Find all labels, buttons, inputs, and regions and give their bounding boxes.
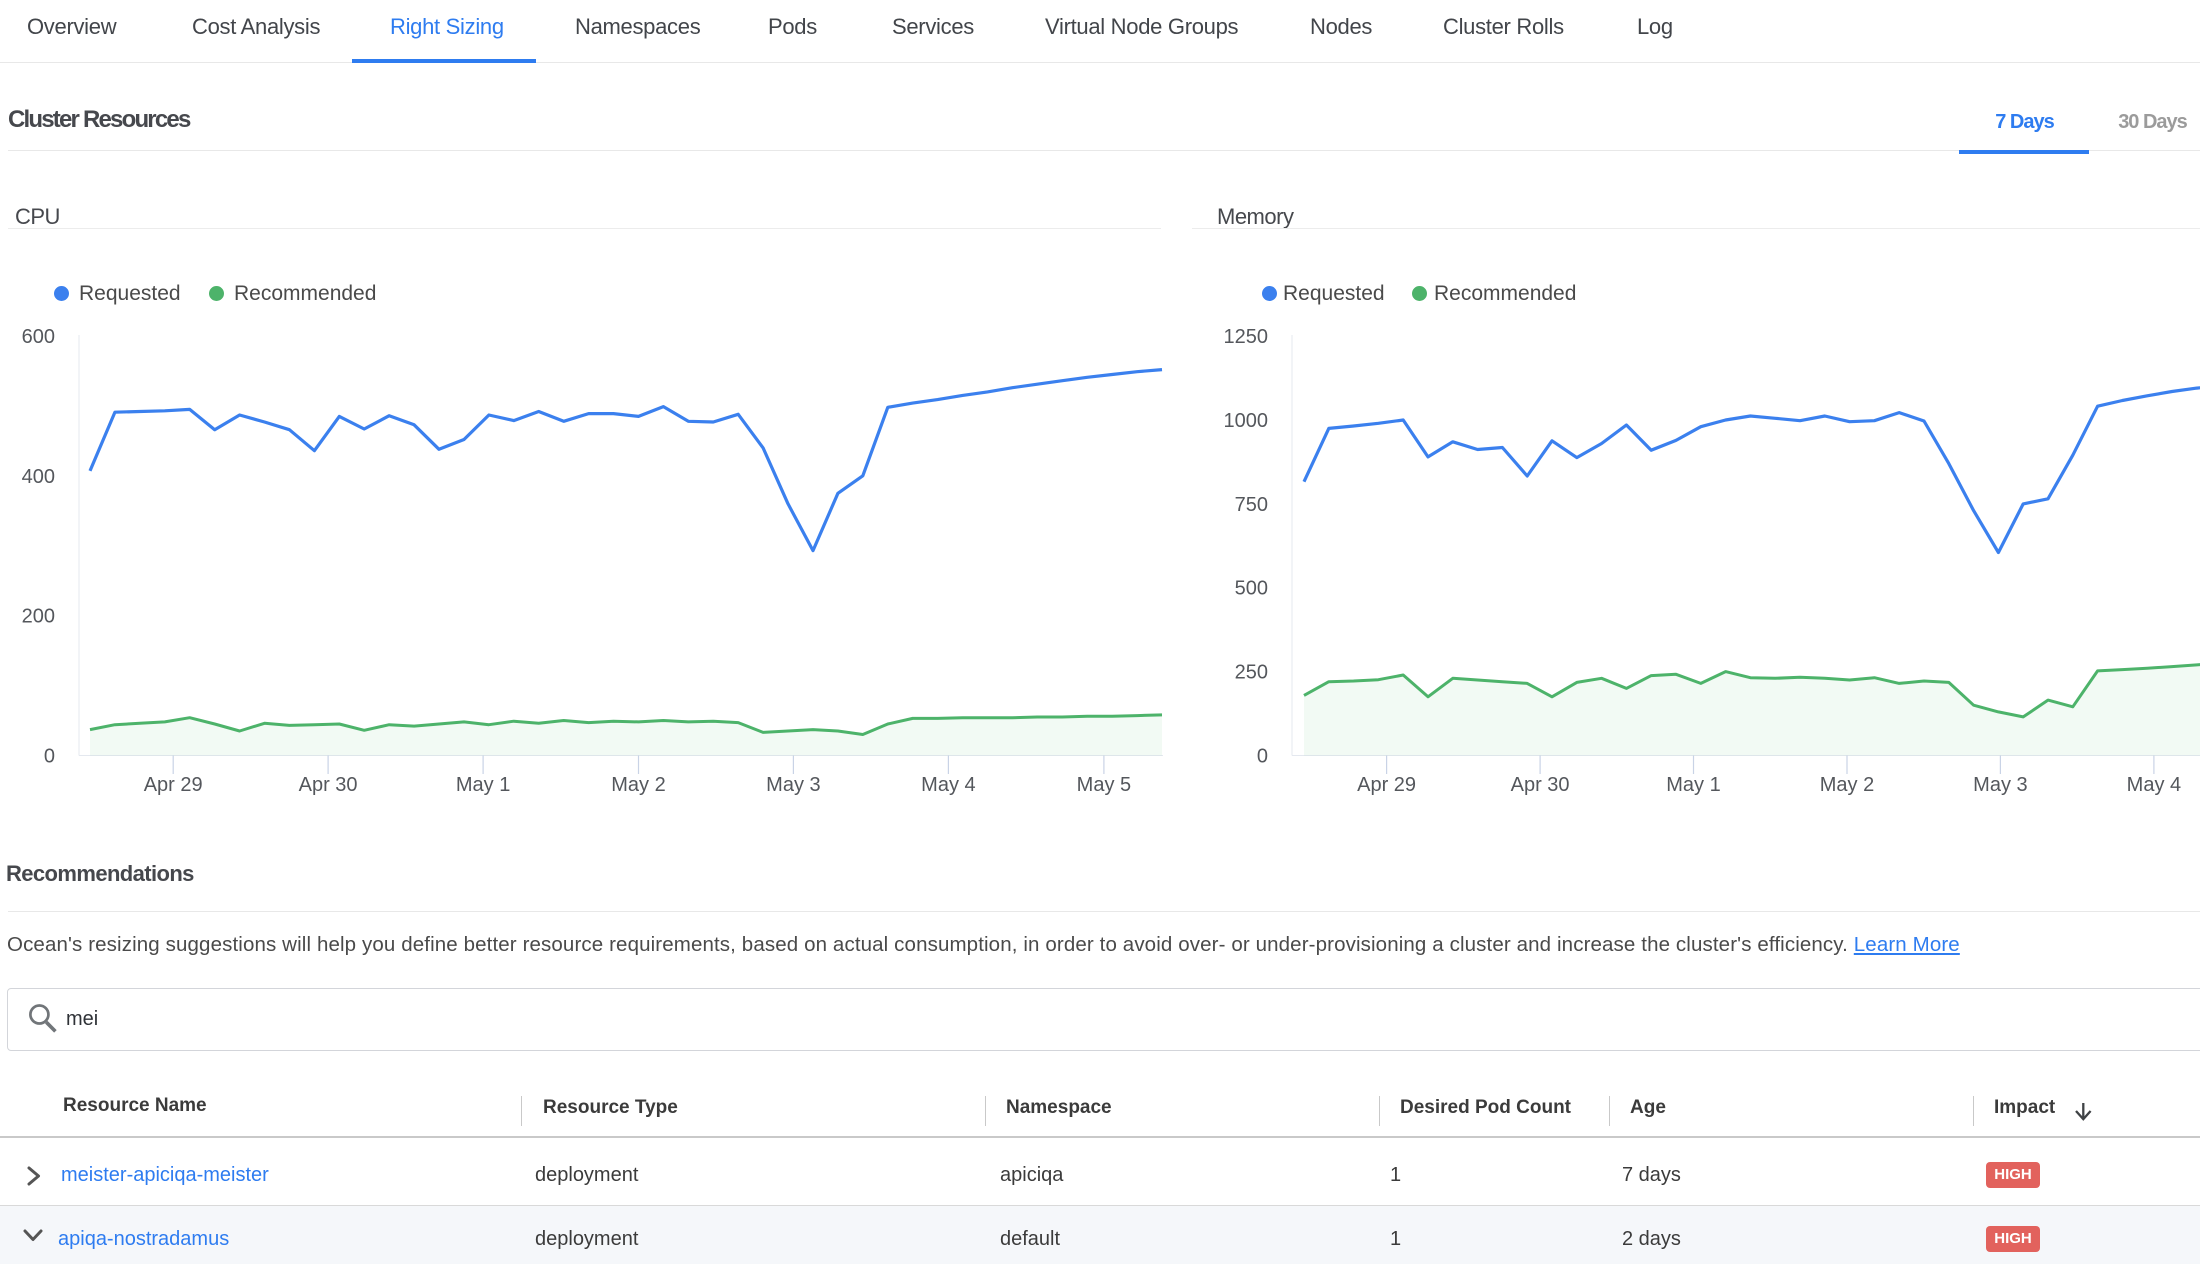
svg-text:750: 750 <box>1235 494 1268 516</box>
svg-text:1250: 1250 <box>1224 326 1269 348</box>
svg-text:Apr 29: Apr 29 <box>1357 774 1416 796</box>
svg-text:400: 400 <box>22 466 55 488</box>
svg-text:May 3: May 3 <box>766 774 820 796</box>
svg-text:600: 600 <box>22 326 55 348</box>
svg-text:Apr 29: Apr 29 <box>144 774 203 796</box>
svg-text:May 1: May 1 <box>1666 774 1720 796</box>
svg-text:May 4: May 4 <box>921 774 975 796</box>
svg-text:1000: 1000 <box>1224 410 1269 432</box>
svg-text:May 2: May 2 <box>611 774 665 796</box>
svg-text:Apr 30: Apr 30 <box>299 774 358 796</box>
svg-text:Apr 30: Apr 30 <box>1511 774 1570 796</box>
svg-text:May 3: May 3 <box>1973 774 2027 796</box>
svg-text:May 4: May 4 <box>2127 774 2181 796</box>
svg-text:250: 250 <box>1235 662 1268 684</box>
svg-text:0: 0 <box>44 746 55 768</box>
svg-text:500: 500 <box>1235 578 1268 600</box>
svg-text:0: 0 <box>1257 746 1268 768</box>
svg-text:May 1: May 1 <box>456 774 510 796</box>
svg-text:May 2: May 2 <box>1820 774 1874 796</box>
svg-text:May 5: May 5 <box>1077 774 1131 796</box>
svg-text:200: 200 <box>22 606 55 628</box>
